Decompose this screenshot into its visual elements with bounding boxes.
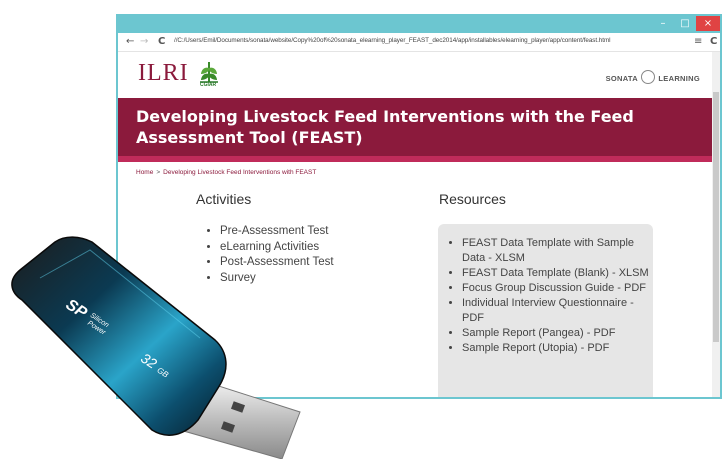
sonata-right-text: LEARNING [658,73,700,83]
sonata-circle-icon [641,70,656,84]
forward-arrow-icon[interactable]: → [140,35,148,48]
cgiar-label: CGIAR [200,82,217,88]
reload-icon[interactable]: C [158,35,165,48]
resource-item[interactable]: Sample Report (Pangea) - PDF [462,326,652,341]
menu-icon[interactable]: ≡ [694,35,702,48]
breadcrumb-separator: > [156,169,161,176]
resource-item[interactable]: FEAST Data Template with Sample Data - X… [462,236,652,266]
breadcrumb-home[interactable]: Home [136,169,153,176]
resources-list: FEAST Data Template with Sample Data - X… [450,236,652,356]
usb-body [11,236,227,436]
breadcrumb: Home > Developing Livestock Feed Intervent… [136,169,316,176]
resource-item[interactable]: Focus Group Discussion Guide - PDF [462,281,652,296]
maximize-button[interactable]: □ [674,16,696,31]
banner-stripe [118,156,712,162]
sonata-learning-logo[interactable]: SONATA LEARNING [605,70,700,86]
title-banner: Developing Livestock Feed Interventions … [118,98,712,156]
vertical-scrollbar[interactable] [712,52,720,397]
resource-item[interactable]: Individual Interview Questionnaire - PDF [462,296,652,326]
resources-heading: Resources [439,191,506,207]
breadcrumb-current[interactable]: Developing Livestock Feed Interventions … [163,169,316,176]
reload-icon-secondary[interactable]: C [710,35,717,48]
resource-item[interactable]: Sample Report (Utopia) - PDF [462,341,652,356]
page-title: Developing Livestock Feed Interventions … [136,107,634,147]
back-arrow-icon[interactable]: ← [126,35,134,48]
minimize-button[interactable]: – [652,16,674,31]
ilri-logo[interactable]: ILRI [138,60,189,87]
usb-flash-drive-image: SP Silicon Power 32 GB [11,236,301,459]
resources-panel: FEAST Data Template with Sample Data - X… [438,224,653,397]
sonata-left-text: SONATA [605,73,638,83]
resource-item[interactable]: FEAST Data Template (Blank) - XLSM [462,266,652,281]
browser-toolbar: ← → C //C:/Users/Emil/Documents/sonata/w… [118,33,720,52]
close-button[interactable]: × [696,16,720,31]
address-bar[interactable]: //C:/Users/Emil/Documents/sonata/website… [174,37,611,44]
activities-heading: Activities [196,191,252,207]
window-titlebar[interactable]: – □ × [118,16,720,33]
scrollbar-thumb[interactable] [713,92,719,342]
